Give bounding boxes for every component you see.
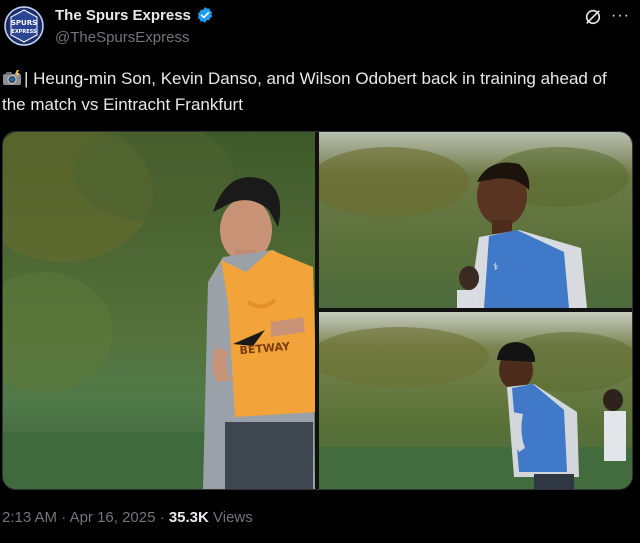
avatar-text-2: EXPRESS xyxy=(11,29,37,35)
tweet-body: | Heung-min Son, Kevin Danso, and Wilson… xyxy=(2,69,607,114)
meta-separator: · xyxy=(155,509,169,526)
training-photo-odobert[interactable] xyxy=(319,312,632,489)
more-options-icon[interactable]: ··· xyxy=(611,7,630,25)
avatar[interactable]: SPURS EXPRESS xyxy=(4,6,44,46)
tweet-date[interactable]: Apr 16, 2025 xyxy=(70,509,156,526)
views-label: Views xyxy=(208,509,253,526)
display-name[interactable]: The Spurs Express xyxy=(55,7,191,24)
media-grid: BETWAY ⚕ xyxy=(2,131,633,490)
verified-badge-icon[interactable] xyxy=(196,6,214,24)
tweet-meta: 2:13 AM · Apr 16, 2025 · 35.3K Views xyxy=(2,509,253,526)
avatar-text-1: SPURS xyxy=(11,19,37,27)
training-photo-danso[interactable]: ⚕ xyxy=(319,132,632,308)
spurs-express-logo: SPURS EXPRESS xyxy=(4,6,44,46)
meta-separator: · xyxy=(57,509,70,526)
training-photo-son[interactable]: BETWAY xyxy=(3,132,315,489)
handle[interactable]: @TheSpursExpress xyxy=(55,29,189,46)
views-count[interactable]: 35.3K xyxy=(169,509,209,526)
camera-with-flash-icon xyxy=(3,70,21,85)
tweet-header: SPURS EXPRESS The Spurs Express @TheSpur… xyxy=(0,0,640,60)
grok-icon[interactable] xyxy=(584,8,602,26)
tweet-text: | Heung-min Son, Kevin Danso, and Wilson… xyxy=(2,66,632,118)
name-row: The Spurs Express xyxy=(55,6,214,24)
tweet-time[interactable]: 2:13 AM xyxy=(2,509,57,526)
svg-text:⚕: ⚕ xyxy=(493,262,498,273)
